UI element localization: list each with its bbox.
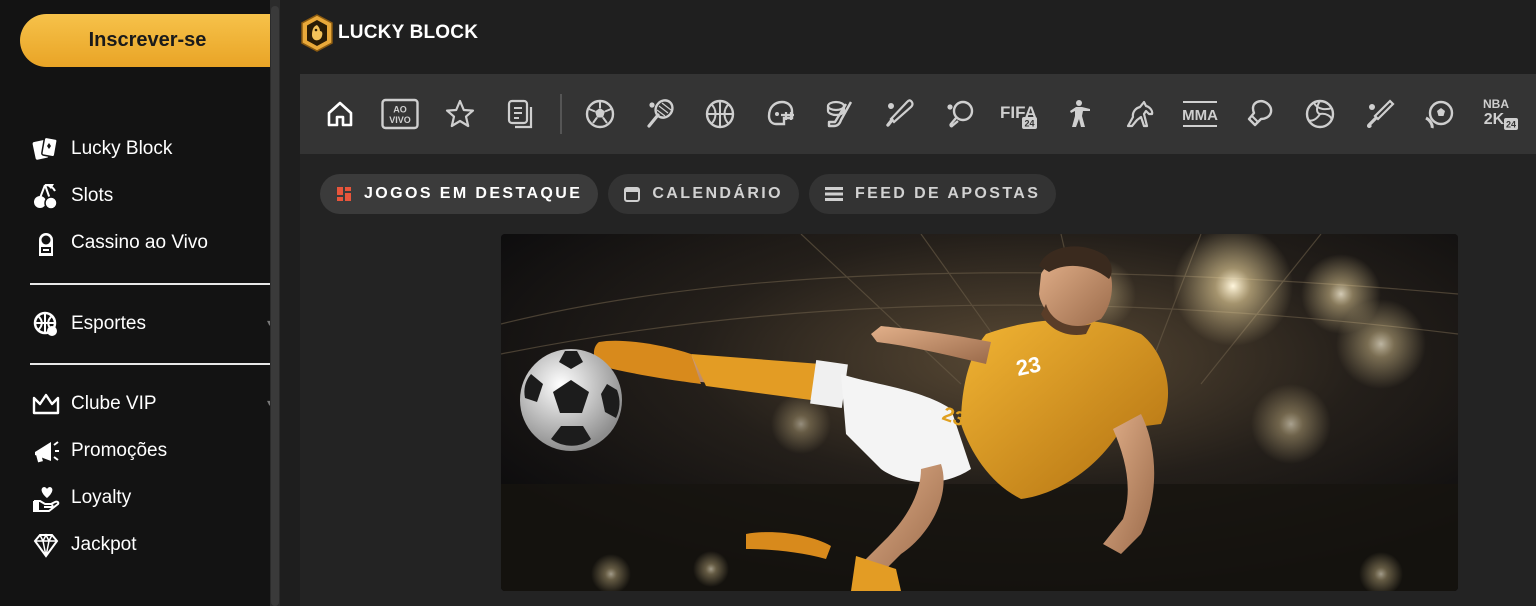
sidebar-item-loyalty[interactable]: Loyalty: [30, 474, 270, 521]
nba-label: NBA: [1483, 97, 1509, 111]
nav-group-sports: Esportes ▾: [30, 300, 272, 347]
signup-button[interactable]: Inscrever-se: [20, 14, 275, 67]
sidebar-scrollbar[interactable]: [270, 0, 280, 606]
ao-vivo-bottom: VIVO: [389, 115, 411, 125]
sidebar-item-label: Esportes: [71, 312, 146, 334]
sidebar-item-clube-vip[interactable]: Clube VIP ▾: [30, 380, 272, 427]
sidebar-item-slots[interactable]: Slots: [30, 172, 270, 219]
ao-vivo-icon[interactable]: AO VIVO: [381, 96, 419, 132]
tab-label: CALENDÁRIO: [652, 185, 783, 202]
diamond-icon: [30, 529, 62, 561]
sidebar-item-label: Loyalty: [71, 486, 132, 508]
home-icon[interactable]: [322, 96, 358, 132]
jersey-number: 23: [1014, 351, 1043, 381]
heart-hand-icon: [30, 482, 62, 514]
main-content: JOGOS EM DESTAQUE CALENDÁRIO FEED DE APO…: [300, 154, 1536, 606]
sidebar-item-promocoes[interactable]: Promoções: [30, 427, 270, 474]
tennis-icon[interactable]: [642, 96, 678, 132]
top-header: LUCKY BLOCK: [300, 0, 1536, 74]
sidebar-gutter: [280, 0, 300, 606]
ice-hockey-icon[interactable]: [822, 96, 858, 132]
nba-badge: 24: [1506, 120, 1516, 130]
sidebar-item-label: Slots: [71, 184, 114, 206]
sidebar-divider: [30, 283, 270, 285]
featured-grid-icon: [336, 186, 352, 202]
tab-label: JOGOS EM DESTAQUE: [364, 185, 583, 202]
sports-ball-icon: [30, 308, 62, 340]
sidebar-item-jackpot[interactable]: Jackpot: [30, 521, 270, 568]
brand-logo[interactable]: LUCKY BLOCK: [300, 14, 478, 52]
mma-icon[interactable]: MMA: [1180, 96, 1220, 132]
table-tennis-icon[interactable]: [942, 96, 978, 132]
horse-racing-icon[interactable]: [1122, 96, 1158, 132]
soccer-icon[interactable]: [582, 96, 618, 132]
sidebar-item-label: Lucky Block: [71, 137, 173, 159]
cards-icon: [30, 133, 62, 165]
american-football-icon[interactable]: [762, 96, 798, 132]
tab-calendario[interactable]: CALENDÁRIO: [608, 174, 799, 214]
sidebar-item-lucky-block[interactable]: Lucky Block: [30, 125, 270, 172]
nba2k-icon[interactable]: NBA 2K 24: [1480, 96, 1520, 132]
sidebar-item-label: Clube VIP: [71, 392, 157, 414]
tab-jogos-em-destaque[interactable]: JOGOS EM DESTAQUE: [320, 174, 599, 214]
tab-label: FEED DE APOSTAS: [854, 185, 1041, 202]
sports-nav: AO VIVO FIFA 24 MMA NBA 2K 24: [300, 74, 1536, 154]
ao-vivo-top: AO: [393, 105, 407, 115]
logo-icon: [301, 14, 333, 52]
fifa-badge: 24: [1024, 119, 1034, 129]
boxing-icon[interactable]: [1242, 96, 1278, 132]
volleyball-icon[interactable]: [1302, 96, 1338, 132]
sidebar: Inscrever-se Lucky Block Slots Cassino a…: [0, 0, 275, 606]
sidebar-item-label: Promoções: [71, 439, 168, 461]
sidebar-divider: [30, 363, 270, 365]
nav-group-casino: Lucky Block Slots Cassino ao Vivo: [30, 125, 270, 266]
sidebar-item-label: Cassino ao Vivo: [71, 231, 208, 253]
sidebar-item-label: Jackpot: [71, 533, 137, 555]
banner-image: 23 23: [501, 234, 1458, 591]
cherries-icon: [30, 180, 62, 212]
content-tabs: JOGOS EM DESTAQUE CALENDÁRIO FEED DE APO…: [320, 174, 1057, 214]
sidebar-item-esportes[interactable]: Esportes ▾: [30, 300, 272, 347]
counter-strike-icon[interactable]: [1062, 96, 1098, 132]
cricket-icon[interactable]: [1362, 96, 1398, 132]
nav-group-rewards: Clube VIP ▾ Promoções Loyalty Jackpot: [30, 380, 272, 568]
megaphone-icon: [30, 435, 62, 467]
calendar-icon: [624, 186, 641, 202]
feed-icon: [824, 186, 843, 202]
rugby-icon[interactable]: [1422, 96, 1458, 132]
fifa-icon[interactable]: FIFA 24: [1000, 96, 1040, 132]
scrollbar-thumb[interactable]: [271, 6, 279, 606]
featured-banner[interactable]: 23 23: [501, 234, 1458, 591]
sidebar-item-cassino-ao-vivo[interactable]: Cassino ao Vivo: [30, 219, 270, 266]
brand-name: LUCKY BLOCK: [338, 22, 479, 43]
nba-2k-label: 2K: [1484, 111, 1505, 128]
dealer-icon: [30, 227, 62, 259]
tab-feed-de-apostas[interactable]: FEED DE APOSTAS: [808, 174, 1057, 214]
mma-label: MMA: [1182, 107, 1218, 124]
betslip-icon[interactable]: [502, 96, 538, 132]
star-icon[interactable]: [442, 96, 478, 132]
baseball-icon[interactable]: [882, 96, 918, 132]
basketball-icon[interactable]: [702, 96, 738, 132]
crown-icon: [30, 388, 62, 420]
nav-divider: [560, 94, 562, 134]
